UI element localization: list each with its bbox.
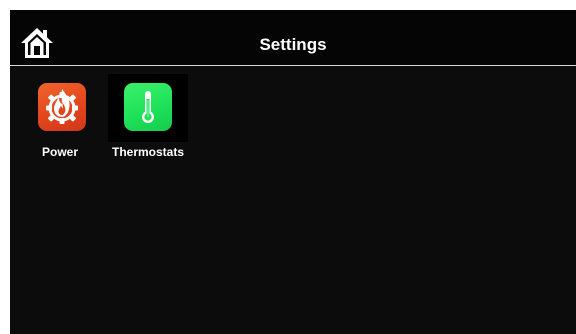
power-tile-label: Power (41, 145, 78, 159)
thermostats-tile-label: Thermostats (111, 145, 185, 159)
thermometer-icon (124, 83, 172, 131)
header-bar: Settings (10, 10, 576, 66)
power-tile[interactable]: Power (24, 74, 96, 170)
thermostats-tile[interactable]: Thermostats (108, 74, 192, 170)
page-title: Settings (259, 35, 327, 54)
settings-screen: Settings Power Thermostats (10, 10, 576, 334)
power-flame-gear-icon (38, 83, 86, 131)
